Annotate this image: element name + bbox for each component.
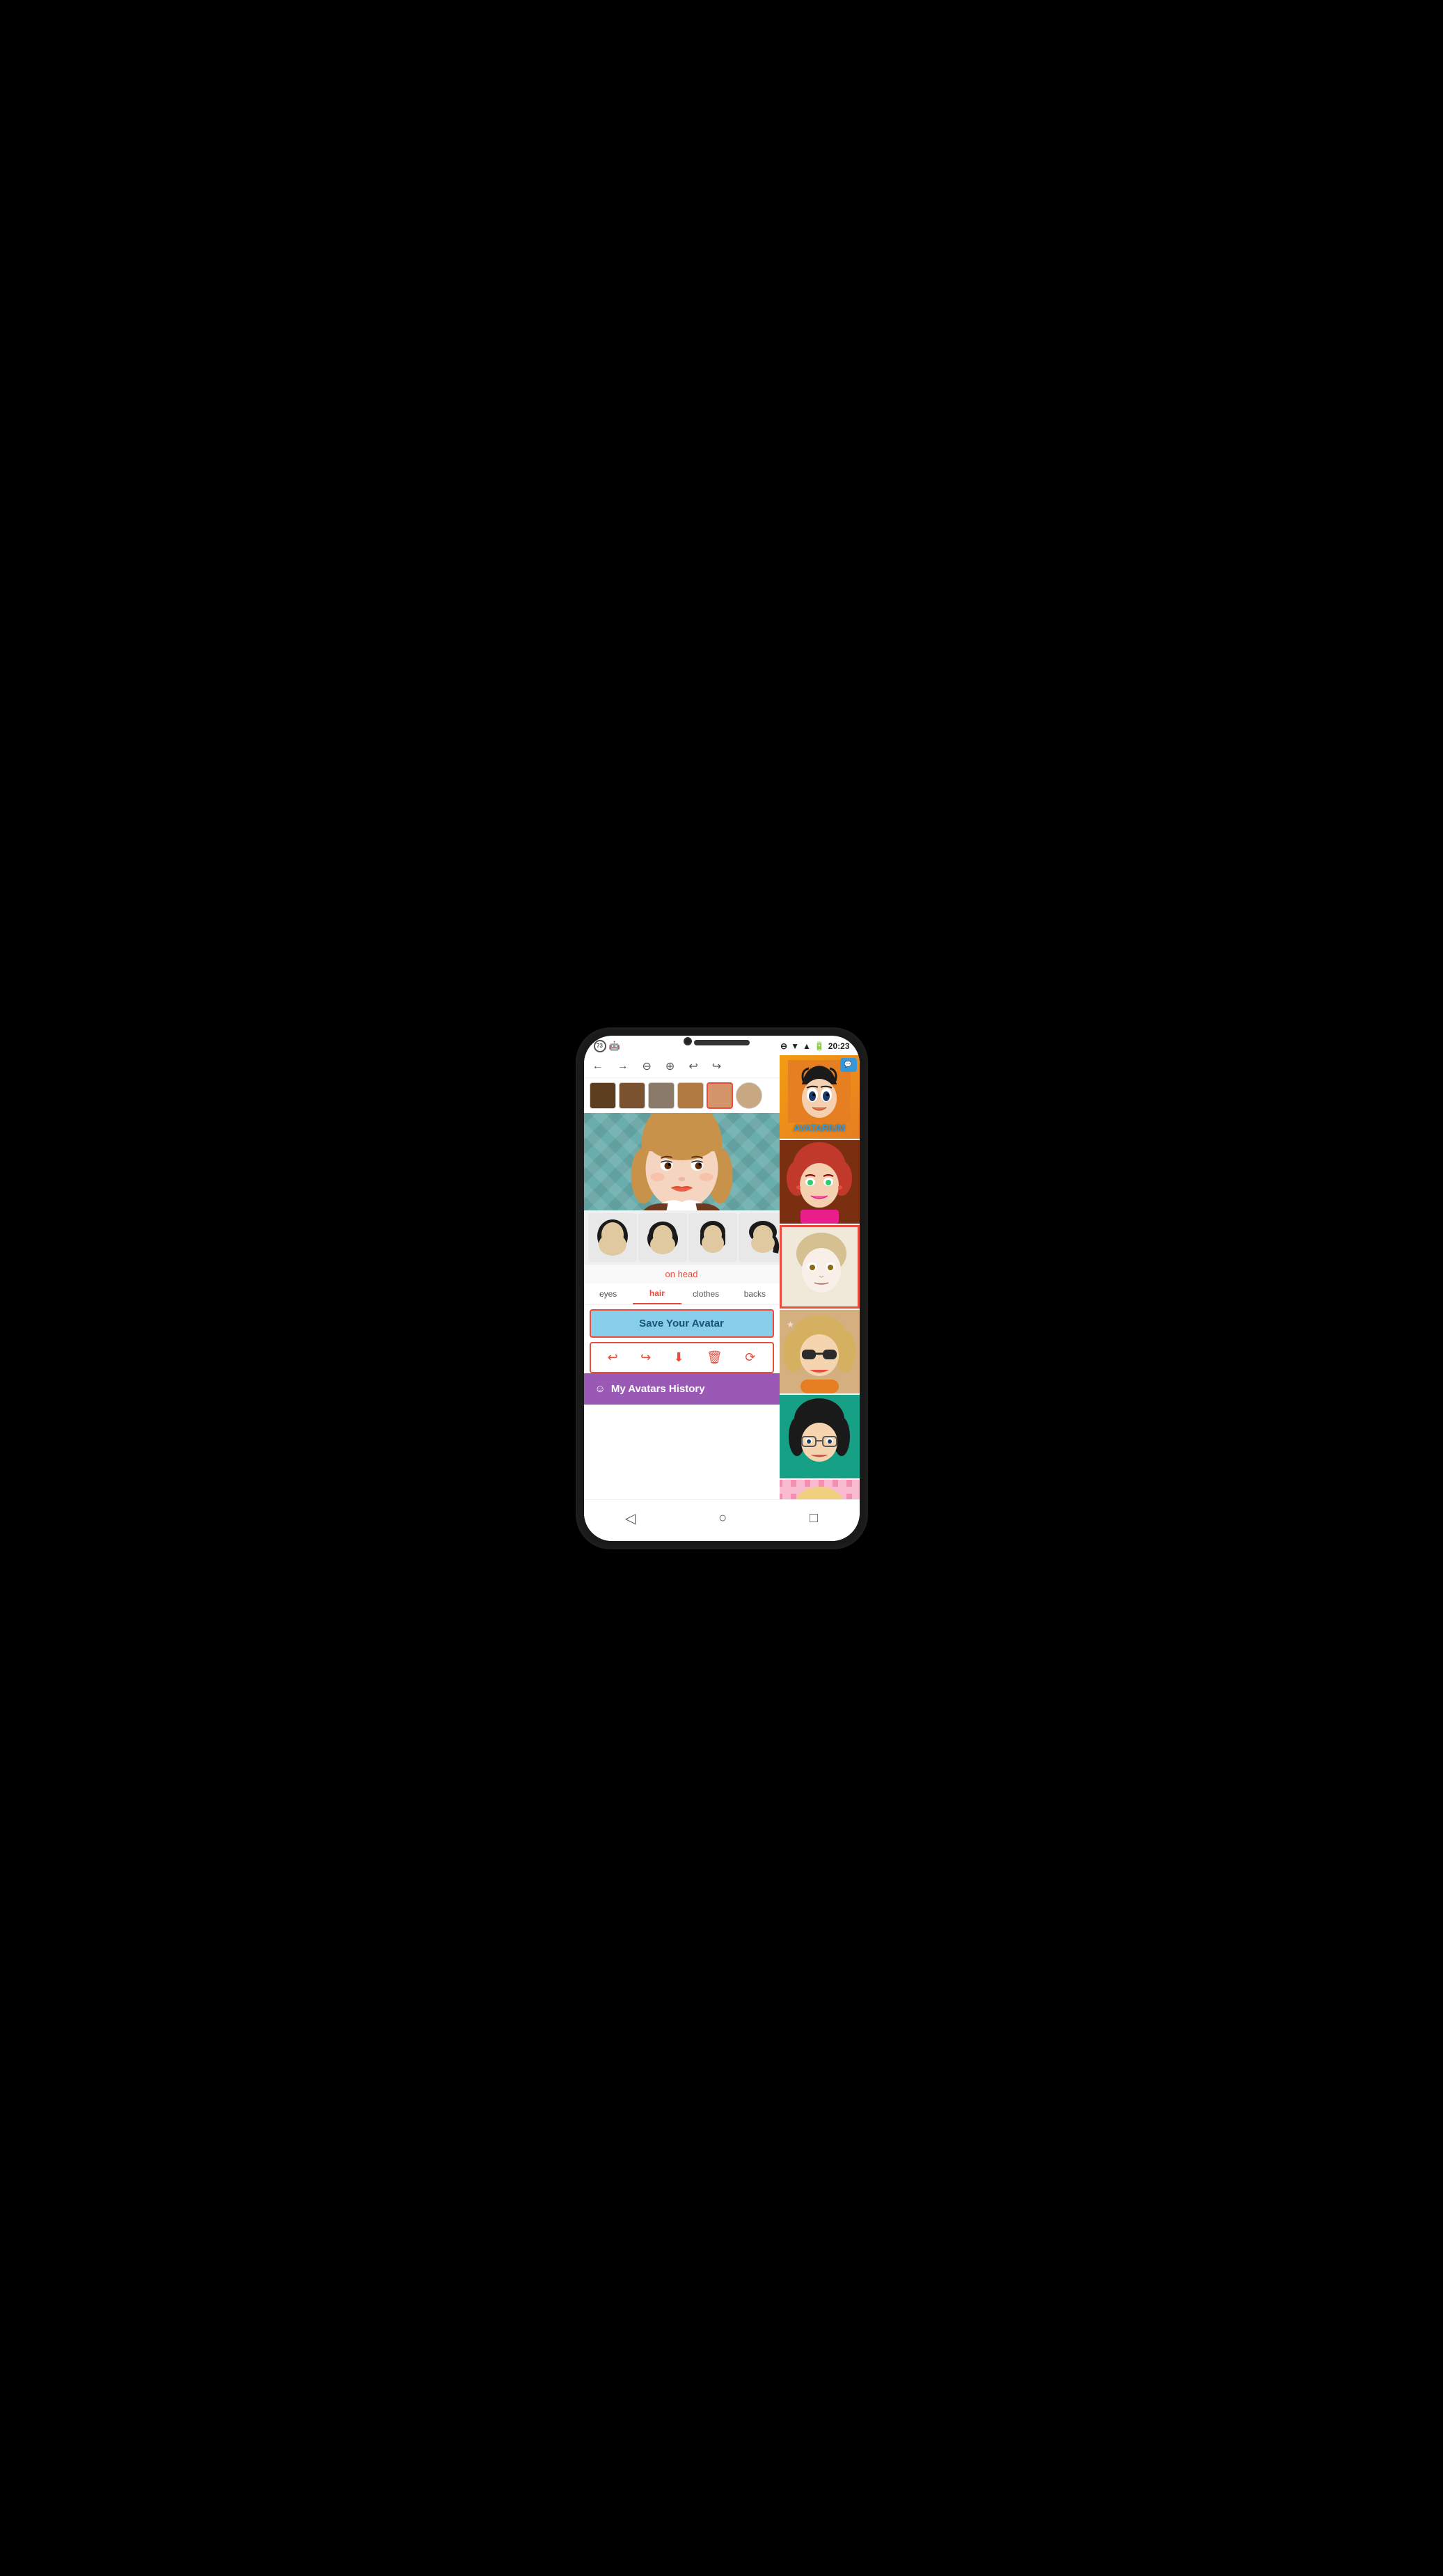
editor-area: ← → ⊖ ⊕ ↩ ↪ [584, 1055, 860, 1499]
phone-frame: 73 🤖 ⊖ ▼ ▲ 🔋 20:23 [576, 1027, 868, 1549]
history-icon: ☺ [595, 1383, 606, 1395]
tab-backs[interactable]: backs [730, 1283, 779, 1304]
back-button[interactable]: ← [590, 1059, 606, 1074]
nav-bar: ◁ ○ □ [584, 1499, 860, 1541]
wifi-icon: ▼ [791, 1041, 799, 1051]
avatar-canvas [584, 1113, 780, 1210]
right-panel: 💬 AVATARIUM [780, 1055, 860, 1499]
main-content: ← → ⊖ ⊕ ↩ ↪ [584, 1055, 860, 1541]
messenger-badge: 💬 [840, 1058, 857, 1072]
save-avatar-button[interactable]: Save Your Avatar [590, 1309, 774, 1338]
forward-button[interactable]: → [615, 1059, 631, 1074]
zoom-out-button[interactable]: ⊖ [640, 1058, 654, 1075]
tab-hair[interactable]: hair [633, 1283, 681, 1304]
status-right: ⊖ ▼ ▲ 🔋 20:23 [780, 1041, 850, 1051]
download-button[interactable]: ⬇ [668, 1348, 690, 1368]
avatars-history-button[interactable]: ☺ My Avatars History [584, 1373, 780, 1405]
gallery-item-sunglasses[interactable]: ★ ★ ★ [780, 1310, 860, 1393]
hair-selection [584, 1210, 780, 1265]
swatch-4[interactable] [677, 1082, 704, 1109]
history-label: My Avatars History [611, 1383, 705, 1395]
toolbar: ← → ⊖ ⊕ ↩ ↪ [584, 1055, 780, 1078]
svg-text:★: ★ [787, 1320, 794, 1329]
share-button[interactable]: ↩ [602, 1348, 624, 1368]
swatch-3[interactable] [648, 1082, 675, 1109]
hair-item-1[interactable] [588, 1213, 637, 1262]
phone-inner: 73 🤖 ⊖ ▼ ▲ 🔋 20:23 [584, 1036, 860, 1541]
hair-item-3[interactable] [688, 1213, 737, 1262]
undo-button[interactable]: ↩ [686, 1058, 700, 1075]
gallery-item-avatarium[interactable]: 💬 AVATARIUM [780, 1055, 860, 1139]
gallery-item-blonde-red-eyes[interactable] [780, 1480, 860, 1499]
tab-eyes[interactable]: eyes [584, 1283, 633, 1304]
left-panel: ← → ⊖ ⊕ ↩ ↪ [584, 1055, 780, 1499]
hair-item-2[interactable] [638, 1213, 687, 1262]
battery-level: 73 [594, 1040, 606, 1052]
status-bar: 73 🤖 ⊖ ▼ ▲ 🔋 20:23 [584, 1036, 860, 1055]
gallery-item-blonde-selected[interactable] [780, 1225, 860, 1309]
redo-button[interactable]: ↪ [709, 1058, 724, 1075]
tab-clothes[interactable]: clothes [681, 1283, 730, 1304]
reset-button[interactable]: ⟳ [739, 1348, 761, 1368]
status-left: 73 🤖 [594, 1040, 620, 1052]
zoom-in-button[interactable]: ⊕ [663, 1058, 677, 1075]
battery-icon: 🔋 [814, 1041, 825, 1051]
on-head-label: on head [584, 1265, 780, 1283]
swatch-5-selected[interactable] [707, 1082, 733, 1109]
share-ext-button[interactable]: ↪ [635, 1348, 656, 1368]
swatch-6[interactable] [736, 1082, 762, 1109]
delete-button[interactable]: 🗑 [701, 1348, 728, 1368]
gallery-item-redhead[interactable] [780, 1140, 860, 1224]
nav-home-button[interactable]: ○ [704, 1508, 741, 1529]
nav-back-button[interactable]: ◁ [611, 1507, 649, 1530]
swatch-1[interactable] [590, 1082, 616, 1109]
android-icon: 🤖 [609, 1041, 620, 1052]
action-buttons: ↩ ↪ ⬇ 🗑 ⟳ [590, 1342, 774, 1373]
phone-camera [684, 1037, 692, 1045]
time-display: 20:23 [828, 1041, 850, 1051]
signal-icon: ⊖ [780, 1041, 787, 1051]
nav-recent-button[interactable]: □ [796, 1508, 832, 1529]
swatch-2[interactable] [619, 1082, 645, 1109]
network-icon: ▲ [803, 1041, 811, 1051]
hair-item-4[interactable] [739, 1213, 780, 1262]
category-tabs: eyes hair clothes backs [584, 1283, 780, 1305]
phone-speaker [694, 1040, 750, 1045]
gallery-item-dark-glasses[interactable] [780, 1395, 860, 1478]
avatarium-label: AVATARIUM [794, 1123, 845, 1133]
color-swatches [584, 1078, 780, 1113]
save-btn-wrapper: Save Your Avatar [584, 1305, 780, 1342]
screen: 73 🤖 ⊖ ▼ ▲ 🔋 20:23 [584, 1036, 860, 1541]
